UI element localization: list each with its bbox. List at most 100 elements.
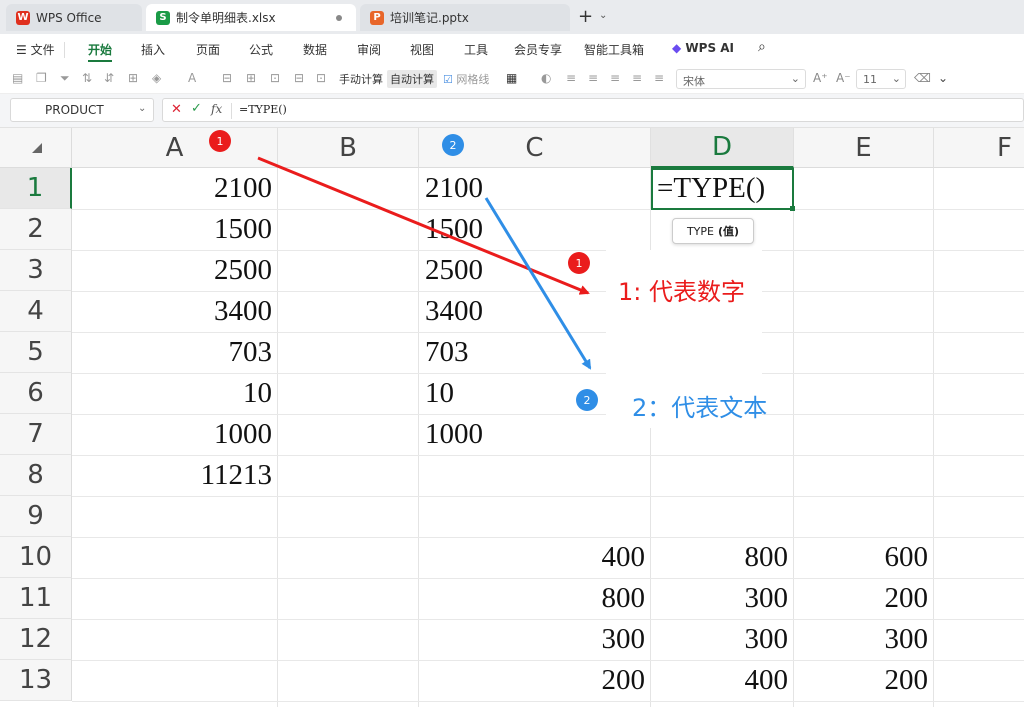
manual-calc-button[interactable]: 手动计算 [339,71,383,87]
cell-c13[interactable]: 200 [419,660,651,701]
merge-icon[interactable]: ⊞ [246,71,256,85]
cell-e13[interactable]: 200 [794,660,934,701]
menu-page[interactable]: 页面 [196,41,220,58]
cell-e11[interactable]: 200 [794,578,934,619]
menu-tools[interactable]: 工具 [464,41,488,58]
menu-data[interactable]: 数据 [303,41,327,58]
insert-function-fx-icon[interactable]: fx [211,102,222,116]
sort-desc-icon[interactable]: ⇵ [104,71,114,85]
gridlines-toggle[interactable]: ☑ 网格线 [443,71,489,87]
auto-calc-button[interactable]: 自动计算 [387,70,437,88]
cancel-x-icon[interactable]: ✕ [171,102,182,117]
chevron-down-icon[interactable]: ⌄ [599,10,607,21]
name-box[interactable]: PRODUCT [10,98,154,122]
cell-c11[interactable]: 800 [419,578,651,619]
filter-icon[interactable]: ⏷ [60,71,70,86]
row-header-5[interactable]: 5 [0,332,72,373]
tab-label: WPS Office [36,10,102,25]
cell-c10[interactable]: 400 [419,537,651,578]
tab-presentation[interactable]: P 培训笔记.pptx [360,4,570,31]
decrease-font-icon[interactable]: A⁻ [836,71,851,85]
menu-wps-ai[interactable]: ◆ WPS AI [672,41,734,55]
row-header-8[interactable]: 8 [0,455,72,496]
paste-icon[interactable]: ▤ [12,71,23,85]
fill-color-icon[interactable]: ◈ [152,71,161,85]
formula-input[interactable]: ✕ ✓ fx =TYPE() [162,98,1024,122]
row-header-6[interactable]: 6 [0,373,72,414]
font-size-select[interactable]: 11 ⌄ [856,69,906,89]
column-header-e[interactable]: E [794,128,934,168]
select-all-corner[interactable] [0,128,72,168]
cell-a2[interactable]: 1500 [72,209,278,250]
cell-a5[interactable]: 703 [72,332,278,373]
tab-wps-office[interactable]: W WPS Office [6,4,142,31]
cell-d11[interactable]: 300 [651,578,794,619]
align-center-icon[interactable]: ≡ [610,71,620,85]
formula-content[interactable]: =TYPE() [239,103,287,116]
format-icon[interactable]: ⊟ [222,71,232,85]
row-header-12[interactable]: 12 [0,619,72,660]
tab-spreadsheet[interactable]: S 制令单明细表.xlsx [146,4,356,31]
sort-asc-icon[interactable]: ⇅ [82,71,92,85]
justify-icon[interactable]: ≡ [654,71,664,85]
insert-cells-icon[interactable]: ⊡ [316,71,326,85]
cell-a1[interactable]: 2100 [72,168,278,209]
cell-d13[interactable]: 400 [651,660,794,701]
font-color-icon[interactable]: A [188,71,196,85]
search-icon[interactable]: ⌕ [758,39,766,55]
chevron-down-icon[interactable]: ⌄ [138,103,146,114]
fill-handle[interactable] [790,206,795,211]
menu-smart-toolbox[interactable]: 智能工具箱 [584,41,644,58]
cell-d12[interactable]: 300 [651,619,794,660]
row-header-11[interactable]: 11 [0,578,72,619]
cell-c1[interactable]: 2100 [419,168,651,209]
cell-c2[interactable]: 1500 [419,209,651,250]
cell-style-icon[interactable]: ◐ [541,71,551,85]
cell-e12[interactable]: 300 [794,619,934,660]
row-header-2[interactable]: 2 [0,209,72,250]
cell-a8[interactable]: 11213 [72,455,278,496]
ai-logo-icon: ◆ [672,41,682,55]
column-header-a[interactable]: A [72,128,278,168]
more-chevron-icon[interactable]: ⌄ [938,71,948,85]
confirm-check-icon[interactable]: ✓ [191,101,202,116]
font-name-select[interactable]: 宋体 ⌄ [676,69,806,89]
clear-format-icon[interactable]: ⌫ [914,71,931,85]
cell-a4[interactable]: 3400 [72,291,278,332]
align-right-icon[interactable]: ≡ [632,71,642,85]
menu-home[interactable]: 开始 [88,41,112,58]
increase-font-icon[interactable]: A⁺ [813,71,828,85]
annotation-label-text: 2：代表文本 [632,394,768,422]
align-top-icon[interactable]: ≡ [566,71,576,85]
cell-e10[interactable]: 600 [794,537,934,578]
row-header-1[interactable]: 1 [0,168,72,209]
table-style-icon[interactable]: ▦ [506,71,517,85]
cell-a3[interactable]: 2500 [72,250,278,291]
row-header-3[interactable]: 3 [0,250,72,291]
row-header-4[interactable]: 4 [0,291,72,332]
cell-d10[interactable]: 800 [651,537,794,578]
active-cell-d1[interactable]: =TYPE() [651,168,794,210]
cell-c12[interactable]: 300 [419,619,651,660]
column-header-b[interactable]: B [278,128,419,168]
cell-a7[interactable]: 1000 [72,414,278,455]
wrap-icon[interactable]: ⊡ [270,71,280,85]
row-header-13[interactable]: 13 [0,660,72,701]
menu-insert[interactable]: 插入 [141,41,165,58]
row-header-7[interactable]: 7 [0,414,72,455]
align-left-icon[interactable]: ≡ [588,71,598,85]
menu-view[interactable]: 视图 [410,41,434,58]
menu-review[interactable]: 审阅 [357,41,381,58]
menu-formulas[interactable]: 公式 [249,41,273,58]
menu-member[interactable]: 会员专享 [514,41,562,58]
copy-icon[interactable]: ❐ [36,71,47,85]
row-header-10[interactable]: 10 [0,537,72,578]
row-header-9[interactable]: 9 [0,496,72,537]
freeze-icon[interactable]: ⊟ [294,71,304,85]
border-icon[interactable]: ⊞ [128,71,138,85]
new-tab-plus-icon[interactable]: + [578,6,593,27]
cell-a6[interactable]: 10 [72,373,278,414]
menu-file[interactable]: ☰ 文件 [16,41,55,58]
column-header-d[interactable]: D [651,128,794,168]
column-header-f[interactable]: F [934,128,1024,168]
